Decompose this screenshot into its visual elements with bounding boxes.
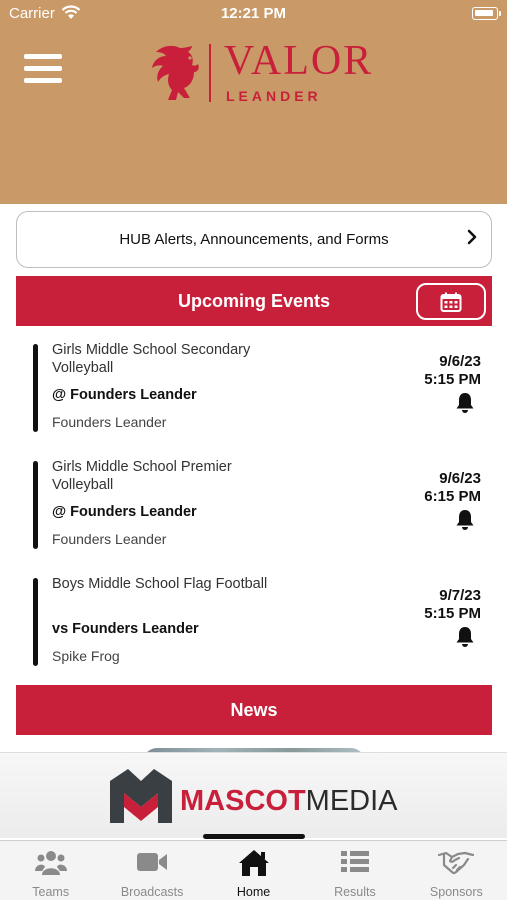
event-accent-bar [33, 344, 38, 432]
hub-alerts-label: HUB Alerts, Announcements, and Forms [119, 231, 389, 248]
news-title: News [230, 699, 278, 720]
tab-results[interactable]: Results [304, 841, 405, 900]
event-date: 9/7/23 [439, 587, 481, 604]
event-accent-bar [33, 461, 38, 549]
event-opponent: @ Founders Leander [52, 504, 197, 520]
logo-title: VALOR [224, 38, 374, 84]
event-location: Founders Leander [52, 531, 167, 547]
team-icon [34, 851, 67, 875]
status-bar: Carrier 12:21 PM [0, 0, 507, 28]
bell-icon[interactable] [455, 392, 475, 419]
tab-label: Broadcasts [120, 885, 184, 899]
event-location: Founders Leander [52, 414, 167, 430]
clock: 12:21 PM [220, 5, 287, 22]
tab-label: Home [236, 885, 271, 899]
home-icon [238, 850, 269, 876]
sponsor-banner[interactable]: MASCOTMEDIA [0, 752, 507, 838]
chevron-right-icon [467, 229, 477, 250]
sponsor-name-part1: MASCOT [180, 785, 306, 817]
app-header: Carrier 12:21 PM VALOR LEANDER [0, 0, 507, 204]
menu-line [24, 78, 62, 83]
event-item[interactable]: Girls Middle School Premier Volleyball @… [0, 459, 507, 561]
upcoming-events-header: Upcoming Events [16, 276, 492, 326]
calendar-button[interactable] [416, 283, 486, 320]
menu-line [24, 66, 62, 71]
hub-alerts-button[interactable]: HUB Alerts, Announcements, and Forms [16, 211, 492, 268]
school-logo: VALOR LEANDER [150, 38, 390, 108]
event-opponent: vs Founders Leander [52, 621, 199, 637]
calendar-icon [440, 292, 462, 312]
home-indicator [203, 834, 305, 839]
mascot-media-logo-icon [110, 769, 172, 823]
tab-sponsors[interactable]: Sponsors [406, 841, 507, 900]
sponsor-name: MASCOTMEDIA [180, 785, 398, 818]
bell-icon[interactable] [455, 509, 475, 536]
event-date: 9/6/23 [439, 470, 481, 487]
event-time: 5:15 PM [424, 371, 481, 388]
logo-divider [209, 44, 211, 102]
event-datetime: 9/6/23 5:15 PM [424, 353, 481, 389]
event-opponent: @ Founders Leander [52, 387, 197, 403]
event-name: Girls Middle School Premier Volleyball [52, 459, 232, 493]
event-time: 5:15 PM [424, 605, 481, 622]
event-time: 6:15 PM [424, 488, 481, 505]
tab-bar: Teams Broadcasts Home Results Sponsors [0, 840, 507, 900]
event-location: Spike Frog [52, 648, 120, 664]
tab-label: Results [334, 885, 376, 899]
event-name: Boys Middle School Flag Football [52, 576, 268, 592]
event-accent-bar [33, 578, 38, 666]
news-header: News [16, 685, 492, 735]
event-item[interactable]: Boys Middle School Flag Football vs Foun… [0, 576, 507, 678]
event-date: 9/6/23 [439, 353, 481, 370]
event-datetime: 9/6/23 6:15 PM [424, 470, 481, 506]
menu-line [24, 54, 62, 59]
logo-subtitle: LEANDER [226, 88, 322, 104]
tab-broadcasts[interactable]: Broadcasts [101, 841, 202, 900]
list-icon [340, 851, 369, 872]
battery-icon [472, 7, 501, 20]
tab-home[interactable]: Home [203, 841, 304, 900]
bell-icon[interactable] [455, 626, 475, 653]
handshake-icon [438, 851, 475, 875]
event-item[interactable]: Girls Middle School Secondary Volleyball… [0, 342, 507, 444]
tab-teams[interactable]: Teams [0, 841, 101, 900]
hamburger-menu-button[interactable] [24, 54, 62, 86]
upcoming-events-title: Upcoming Events [177, 290, 331, 311]
sponsor-name-part2: MEDIA [305, 785, 398, 817]
tab-label: Teams [32, 885, 70, 899]
event-datetime: 9/7/23 5:15 PM [424, 587, 481, 623]
griffin-icon [152, 45, 199, 100]
tab-label: Sponsors [429, 885, 483, 899]
event-name: Girls Middle School Secondary Volleyball [52, 342, 251, 376]
video-camera-icon [137, 853, 168, 871]
